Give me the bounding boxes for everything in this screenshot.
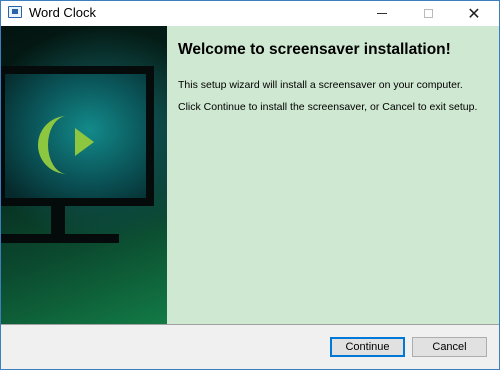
welcome-panel: Welcome to screensaver installation! Thi… (167, 26, 499, 324)
intro-text: This setup wizard will install a screens… (178, 79, 463, 91)
button-bar: Continue Cancel (1, 325, 499, 369)
monitor-illustration (1, 66, 154, 243)
close-icon: ✕ (467, 3, 481, 23)
cancel-button[interactable]: Cancel (412, 337, 487, 357)
minimize-button[interactable] (359, 1, 405, 26)
instruction-text: Click Continue to install the screensave… (178, 101, 478, 113)
app-icon (8, 6, 22, 18)
close-button[interactable]: ✕ (451, 1, 497, 26)
maximize-button (405, 1, 451, 26)
installer-window: Word Clock ✕ Welcome to screensaver inst… (0, 0, 500, 370)
continue-button[interactable]: Continue (330, 337, 405, 357)
welcome-heading: Welcome to screensaver installation! (178, 41, 451, 58)
window-title: Word Clock (29, 5, 96, 20)
title-bar[interactable]: Word Clock ✕ (1, 1, 499, 26)
wizard-banner-image (1, 26, 167, 324)
minimize-icon (377, 13, 387, 14)
maximize-icon (423, 9, 433, 18)
